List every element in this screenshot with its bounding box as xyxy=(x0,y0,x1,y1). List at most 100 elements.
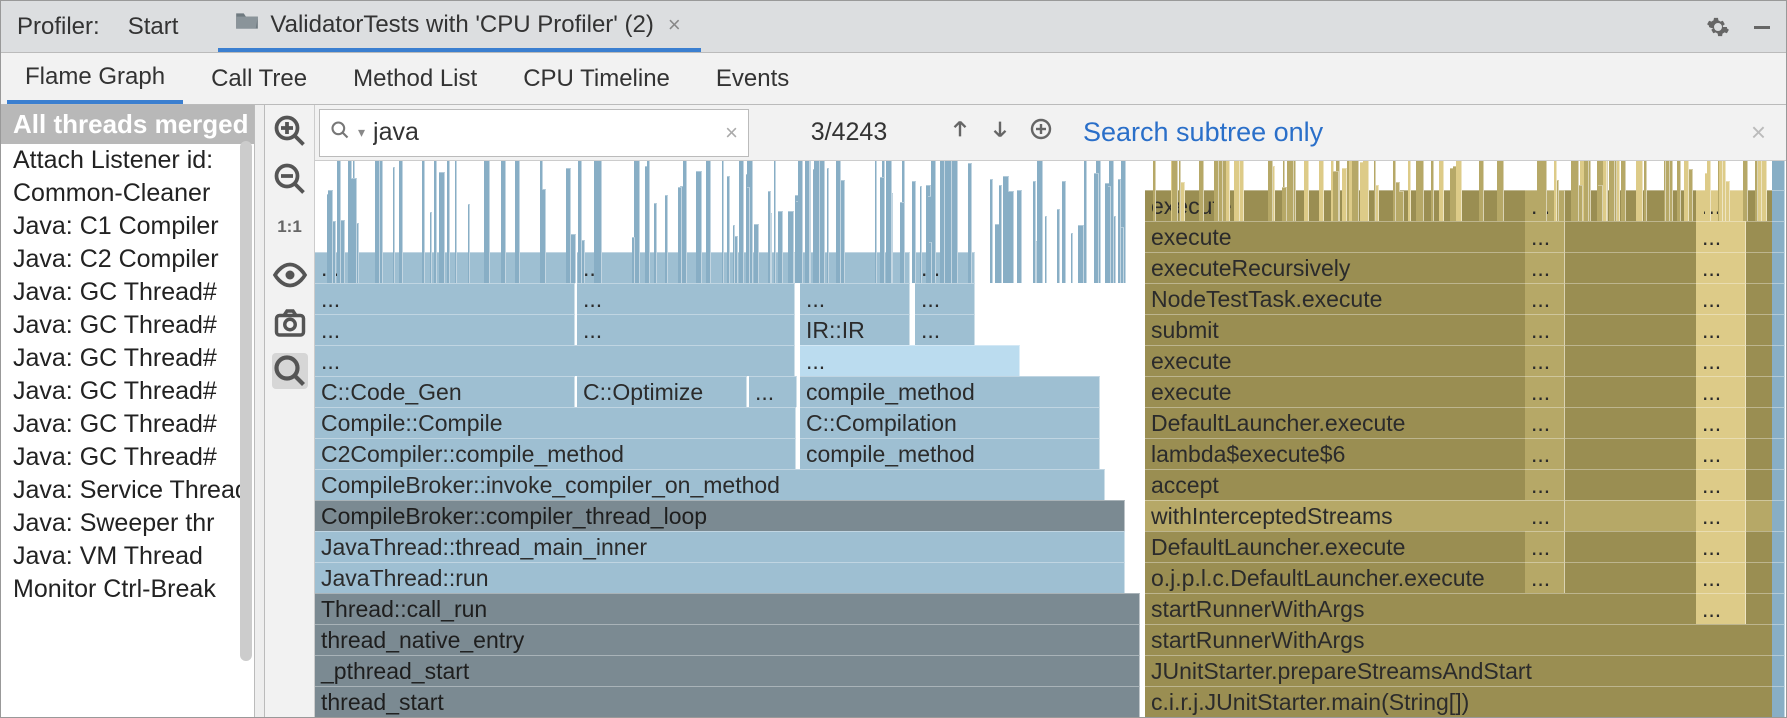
flame-sliver[interactable] xyxy=(727,176,730,283)
flame-edge[interactable] xyxy=(1772,407,1785,438)
flame-highlight[interactable]: ... xyxy=(1696,531,1746,562)
flame-sliver[interactable] xyxy=(1094,173,1099,283)
flame-highlight[interactable]: ... xyxy=(1696,314,1746,345)
search-input[interactable] xyxy=(373,118,717,147)
flame-sliver[interactable] xyxy=(952,161,958,283)
flame-frame[interactable]: submit xyxy=(1145,314,1782,345)
flame-sliver[interactable] xyxy=(597,161,601,283)
flame-ellipsis[interactable]: ... xyxy=(1525,500,1565,531)
flame-sliver[interactable] xyxy=(654,203,657,283)
flame-frame[interactable]: ... xyxy=(315,314,575,345)
flame-sliver[interactable] xyxy=(1584,161,1589,221)
flame-frame[interactable]: compile_method xyxy=(800,438,1100,469)
flame-edge[interactable] xyxy=(1772,314,1785,345)
prev-match-icon[interactable] xyxy=(949,118,971,147)
flame-sliver[interactable] xyxy=(1376,185,1379,221)
flame-sliver[interactable] xyxy=(1374,161,1376,221)
flame-frame[interactable]: C::Code_Gen xyxy=(315,376,575,407)
list-item[interactable]: Java: GC Thread# xyxy=(1,342,254,375)
flame-sliver[interactable] xyxy=(422,161,426,283)
flame-sliver[interactable] xyxy=(814,161,820,283)
flame-sliver[interactable] xyxy=(1219,161,1223,221)
flame-frame[interactable]: _pthread_start xyxy=(315,655,1140,686)
flame-sliver[interactable] xyxy=(647,161,650,283)
list-item[interactable]: Java: Service Thread xyxy=(1,474,254,507)
list-item[interactable]: Java: GC Thread# xyxy=(1,375,254,408)
list-item[interactable]: Attach Listener id: xyxy=(1,144,254,177)
search-icon[interactable] xyxy=(272,353,308,389)
flame-edge[interactable] xyxy=(1772,438,1785,469)
flame-sliver[interactable] xyxy=(1057,209,1060,283)
flame-sliver[interactable] xyxy=(1071,233,1073,283)
flame-sliver[interactable] xyxy=(1008,191,1014,283)
tab-events[interactable]: Events xyxy=(698,53,807,104)
flame-sliver[interactable] xyxy=(1234,161,1240,221)
next-match-icon[interactable] xyxy=(989,118,1011,147)
flame-ellipsis[interactable]: ... xyxy=(1525,314,1565,345)
flame-frame[interactable]: ... xyxy=(577,283,795,314)
flame-frame[interactable]: thread_native_entry xyxy=(315,624,1140,655)
list-item[interactable]: Monitor Ctrl-Break xyxy=(1,573,254,606)
flame-sliver[interactable] xyxy=(632,237,636,283)
flame-sliver[interactable] xyxy=(827,168,829,283)
flame-sliver[interactable] xyxy=(1497,161,1504,221)
flame-edge[interactable] xyxy=(1772,345,1785,376)
flame-sliver[interactable] xyxy=(999,185,1002,283)
flame-sliver[interactable] xyxy=(1342,168,1347,221)
flame-frame[interactable]: DefaultLauncher.execute xyxy=(1145,531,1782,562)
flame-highlight[interactable]: ... xyxy=(1696,345,1746,376)
flame-sliver[interactable] xyxy=(447,161,450,283)
flame-sliver[interactable] xyxy=(571,234,576,283)
flame-edge[interactable] xyxy=(1772,221,1785,252)
flame-highlight[interactable]: ... xyxy=(1696,438,1746,469)
flame-frame[interactable]: C2Compiler::compile_method xyxy=(315,438,796,469)
flame-edge[interactable] xyxy=(1772,593,1785,624)
flame-sliver[interactable] xyxy=(1118,179,1122,283)
flame-frame[interactable]: C::Compilation xyxy=(800,407,1100,438)
flame-sliver[interactable] xyxy=(1762,161,1767,221)
list-item[interactable]: Java: GC Thread# xyxy=(1,408,254,441)
flame-highlight[interactable]: ... xyxy=(1696,407,1746,438)
flame-frame[interactable]: ... xyxy=(315,345,795,376)
list-item[interactable]: Java: GC Thread# xyxy=(1,309,254,342)
flame-sliver[interactable] xyxy=(1755,161,1758,221)
flame-sliver[interactable] xyxy=(778,211,783,283)
flame-sliver[interactable] xyxy=(912,181,917,283)
flame-sliver[interactable] xyxy=(1439,161,1444,221)
tab-call-tree[interactable]: Call Tree xyxy=(193,53,325,104)
flame-sliver[interactable] xyxy=(838,161,841,283)
list-item[interactable]: Java: C1 Compiler xyxy=(1,210,254,243)
flame-sliver[interactable] xyxy=(566,168,571,283)
flame-sliver[interactable] xyxy=(1040,161,1043,283)
flame-sliver[interactable] xyxy=(1614,161,1617,221)
flame-frame[interactable]: executeRecursively xyxy=(1145,252,1782,283)
flame-frame[interactable]: lambda$execute$6 xyxy=(1145,438,1782,469)
list-item[interactable]: Java: GC Thread# xyxy=(1,276,254,309)
flame-sliver[interactable] xyxy=(940,161,945,283)
flame-sliver[interactable] xyxy=(1287,161,1294,221)
flame-sliver[interactable] xyxy=(1226,161,1230,221)
flame-sliver[interactable] xyxy=(337,161,341,283)
flame-edge[interactable] xyxy=(1772,190,1785,221)
flame-frame[interactable]: execute xyxy=(1145,345,1782,376)
flame-sliver[interactable] xyxy=(1636,161,1642,221)
flame-sliver[interactable] xyxy=(1644,161,1648,221)
flame-sliver[interactable] xyxy=(1573,161,1579,221)
list-item[interactable]: Java: VM Thread xyxy=(1,540,254,573)
flame-edge[interactable] xyxy=(1772,562,1785,593)
flame-edge[interactable] xyxy=(1772,655,1785,686)
flame-sliver[interactable] xyxy=(1045,216,1047,283)
zoom-reset-icon[interactable]: 1:1 xyxy=(272,209,308,245)
flame-sliver[interactable] xyxy=(696,171,702,283)
flame-frame[interactable]: JUnitStarter.prepareStreamsAndStart xyxy=(1145,655,1782,686)
flame-ellipsis[interactable]: ... xyxy=(1525,283,1565,314)
flame-edge[interactable] xyxy=(1772,376,1785,407)
flame-sliver[interactable] xyxy=(1408,161,1411,221)
profiler-session-tab[interactable]: ValidatorTests with 'CPU Profiler' (2) × xyxy=(218,1,700,52)
flame-sliver[interactable] xyxy=(1114,216,1116,283)
flame-sliver[interactable] xyxy=(1363,161,1370,221)
gear-icon[interactable] xyxy=(1704,13,1732,41)
flame-ellipsis[interactable]: ... xyxy=(1525,438,1565,469)
flame-frame[interactable]: Compile::Compile xyxy=(315,407,796,438)
flame-ellipsis[interactable]: ... xyxy=(1525,252,1565,283)
